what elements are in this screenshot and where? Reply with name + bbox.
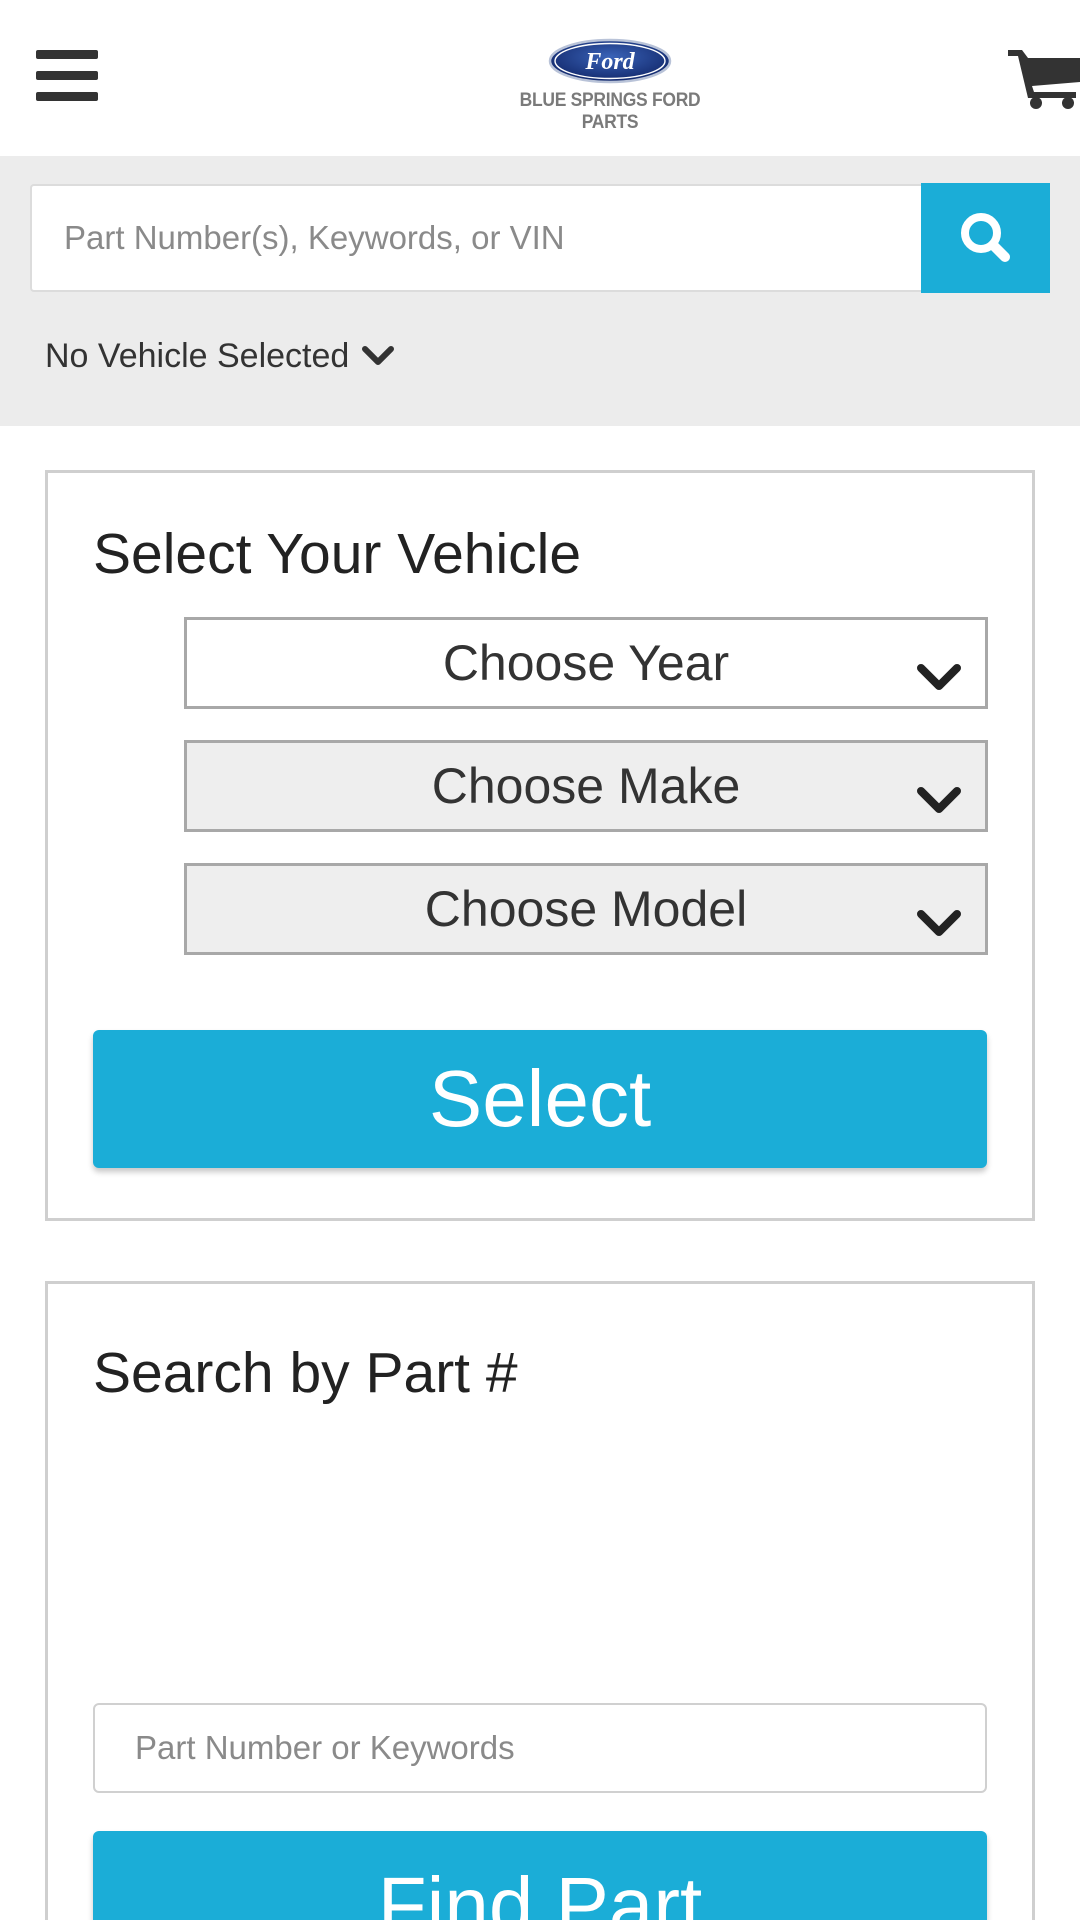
vehicle-selector-toggle[interactable]: No Vehicle Selected (45, 334, 395, 378)
cart-glyph (1008, 50, 1080, 109)
menu-bar (36, 92, 98, 101)
search-by-part-title: Search by Part # (93, 1341, 518, 1405)
make-select-label: Choose Make (431, 758, 741, 814)
year-select-label: Choose Year (442, 635, 730, 691)
make-select[interactable]: Choose Make (184, 740, 988, 832)
select-vehicle-title: Select Your Vehicle (93, 522, 582, 586)
chevron-down-icon (361, 337, 395, 376)
menu-bar (36, 71, 98, 80)
logo-subtitle: BLUE SPRINGS FORD PARTS (519, 90, 701, 133)
year-select[interactable]: Choose Year (184, 617, 988, 709)
vehicle-status-label: No Vehicle Selected (45, 336, 350, 375)
find-part-button[interactable]: Find Part (93, 1831, 987, 1920)
menu-bar (36, 50, 98, 59)
ford-emblem-text: Ford (584, 49, 635, 75)
model-select[interactable]: Choose Model (184, 863, 988, 955)
chevron-down-icon (915, 894, 963, 952)
hamburger-menu-icon[interactable] (36, 50, 98, 102)
shopping-cart-icon[interactable] (1006, 46, 1080, 110)
search-band: No Vehicle Selected (0, 156, 1080, 426)
site-header: Ford BLUE SPRINGS FORD PARTS (0, 0, 1080, 156)
site-logo[interactable]: Ford BLUE SPRINGS FORD PARTS (480, 38, 740, 133)
ford-oval-logo: Ford (548, 38, 672, 84)
search-button[interactable] (921, 183, 1050, 293)
model-select-label: Choose Model (424, 881, 748, 937)
search-input[interactable] (30, 184, 922, 292)
search-icon (961, 213, 1010, 262)
search-by-part-card: Search by Part # Find Part (45, 1281, 1035, 1920)
select-vehicle-card: Select Your Vehicle Choose Year Choose M… (45, 470, 1035, 1221)
part-number-input[interactable] (93, 1703, 987, 1793)
select-vehicle-button[interactable]: Select (93, 1030, 987, 1168)
chevron-down-icon (915, 771, 963, 829)
chevron-down-icon (915, 648, 963, 706)
